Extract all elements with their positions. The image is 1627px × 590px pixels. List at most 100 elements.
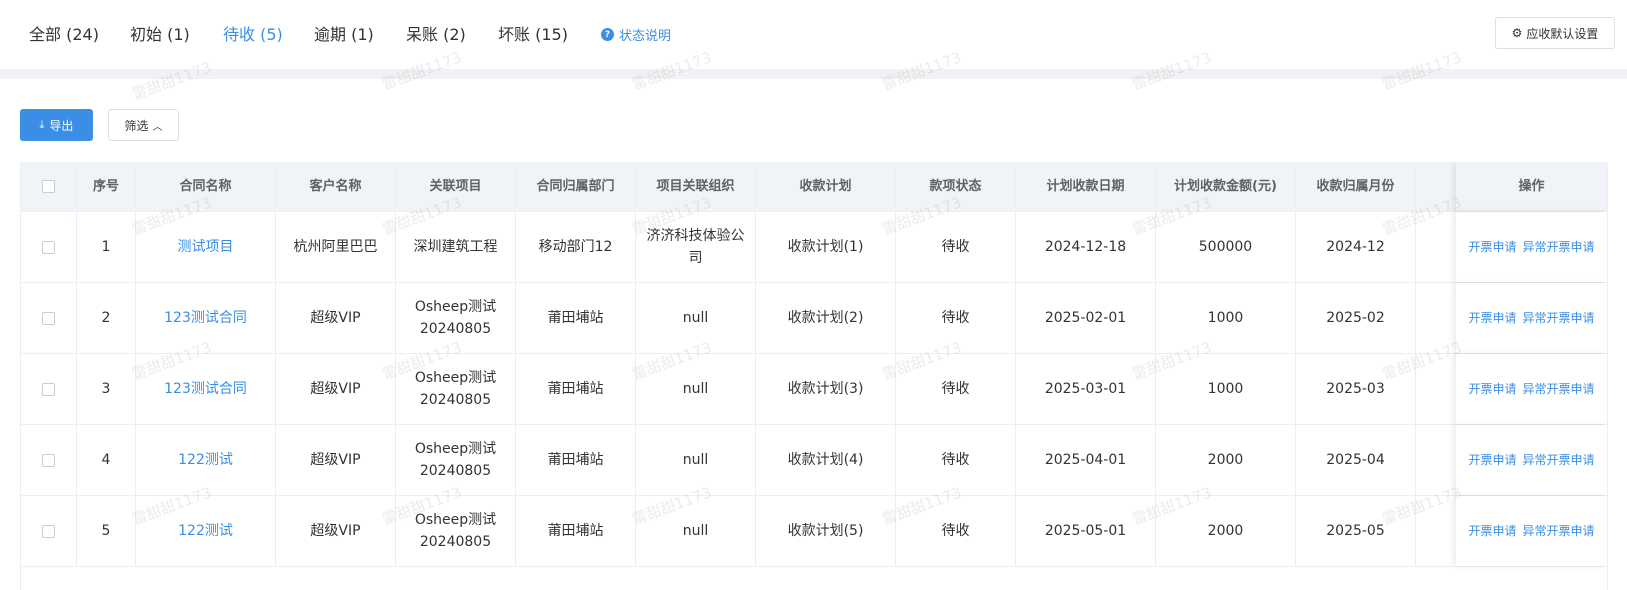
status-tabs: 全部 (24) 初始 (1) 待收 (5) 逾期 (1) 呆账 (2) 坏账 (…: [0, 0, 1627, 66]
tab-initial[interactable]: 初始 (1): [130, 21, 190, 45]
select-all-checkbox[interactable]: [42, 180, 55, 193]
tab-bad-debt[interactable]: 呆账 (2): [406, 21, 466, 45]
cell-project: 深圳建筑工程: [413, 239, 498, 255]
header-status: 款项状态: [896, 162, 1016, 211]
cell-status: 待收: [941, 239, 970, 255]
cell-customer-container: 超级VIP: [276, 425, 396, 495]
cell-month-container: 2025-05: [1296, 496, 1416, 566]
cell-index-container: 2: [77, 283, 136, 353]
status-help-link[interactable]: ? 状态说明: [601, 25, 671, 44]
cell-contract[interactable]: 122测试: [178, 520, 233, 542]
row-actions-cell: 开票申请 异常开票申请: [1456, 425, 1607, 495]
cell-organization-container: 济济科技体验公司: [636, 212, 756, 282]
filter-label: 筛选: [124, 118, 149, 133]
cell-index-container: 4: [77, 425, 136, 495]
cell-plan: 收款计划(4): [787, 452, 864, 468]
tab-pending[interactable]: 待收 (5): [223, 21, 283, 45]
cell-date: 2025-03-01: [1044, 381, 1127, 397]
cell-status-container: 待收: [896, 354, 1016, 424]
header-project: 关联项目: [396, 162, 516, 211]
cell-department-container: 莆田埔站: [516, 283, 636, 353]
cell-amount-container: 1000: [1156, 354, 1296, 424]
table-row: 1 测试项目 杭州阿里巴巴 深圳建筑工程 移动部门12 济济科技体验公司 收款计划(1) 待收…: [21, 212, 1607, 283]
cell-contract[interactable]: 122测试: [178, 449, 233, 471]
cell-amount-container: 1000: [1156, 283, 1296, 353]
table-row: 3 123测试合同 超级VIP Osheep测试20240805 莆田埔站 null 收款计…: [21, 354, 1607, 425]
abnormal-invoice-request-link[interactable]: 异常开票申请: [1523, 307, 1595, 329]
table-row: 2 123测试合同 超级VIP Osheep测试20240805 莆田埔站 null 收款计…: [21, 283, 1607, 354]
cell-customer: 杭州阿里巴巴: [293, 239, 378, 255]
cell-month: 2025-03: [1326, 381, 1385, 397]
cell-plan-container: 收款计划(3): [756, 354, 896, 424]
invoice-request-link[interactable]: 开票申请: [1468, 307, 1516, 329]
cell-department-container: 莆田埔站: [516, 354, 636, 424]
abnormal-invoice-request-link[interactable]: 异常开票申请: [1523, 378, 1595, 400]
row-checkbox[interactable]: [42, 382, 55, 396]
row-actions-cell: 开票申请 异常开票申请: [1456, 496, 1607, 566]
row-actions-cell: 开票申请 异常开票申请: [1456, 283, 1607, 353]
cell-project-container: 深圳建筑工程: [396, 212, 516, 282]
cell-department: 莆田埔站: [547, 523, 604, 539]
cell-contract-container: 测试项目: [136, 212, 276, 282]
cell-date: 2024-12-18: [1044, 239, 1127, 255]
cell-date-container: 2025-04-01: [1016, 425, 1156, 495]
table-row: 5 122测试 超级VIP Osheep测试20240805 莆田埔站 null 收款计划(…: [21, 496, 1607, 567]
header-plan: 收款计划: [756, 162, 896, 211]
cell-amount-container: 500000: [1156, 212, 1296, 282]
row-actions: 开票申请 异常开票申请: [1456, 283, 1607, 353]
invoice-request-link[interactable]: 开票申请: [1468, 520, 1516, 542]
abnormal-invoice-request-link[interactable]: 异常开票申请: [1523, 520, 1595, 542]
invoice-request-link[interactable]: 开票申请: [1468, 449, 1516, 471]
cell-contract-container: 123测试合同: [136, 283, 276, 353]
invoice-request-link[interactable]: 开票申请: [1468, 236, 1516, 258]
row-checkbox[interactable]: [42, 453, 55, 467]
cell-date-container: 2025-03-01: [1016, 354, 1156, 424]
cell-organization-container: null: [636, 496, 756, 566]
abnormal-invoice-request-link[interactable]: 异常开票申请: [1523, 449, 1595, 471]
cell-amount-container: 2000: [1156, 496, 1296, 566]
invoice-request-link[interactable]: 开票申请: [1468, 378, 1516, 400]
header-month: 收款归属月份: [1296, 162, 1416, 211]
cell-project-container: Osheep测试20240805: [396, 425, 516, 495]
cell-status-container: 待收: [896, 425, 1016, 495]
cell-department: 移动部门12: [538, 239, 613, 255]
cell-contract[interactable]: 测试项目: [178, 236, 234, 258]
cell-contract[interactable]: 123测试合同: [164, 378, 247, 400]
cell-plan: 收款计划(1): [787, 239, 864, 255]
cell-status-container: 待收: [896, 283, 1016, 353]
tab-overdue[interactable]: 逾期 (1): [314, 21, 374, 45]
receivable-settings-button[interactable]: ⚙ 应收默认设置: [1495, 17, 1615, 49]
cell-customer-container: 杭州阿里巴巴: [276, 212, 396, 282]
cell-organization-container: null: [636, 354, 756, 424]
cell-organization-container: null: [636, 283, 756, 353]
cell-project-container: Osheep测试20240805: [396, 354, 516, 424]
row-actions: 开票申请 异常开票申请: [1456, 212, 1607, 282]
header-contract: 合同名称: [136, 162, 276, 211]
row-select-cell: [21, 283, 77, 353]
cell-plan-container: 收款计划(4): [756, 425, 896, 495]
cell-department-container: 移动部门12: [516, 212, 636, 282]
cell-contract[interactable]: 123测试合同: [164, 307, 247, 329]
cell-customer-container: 超级VIP: [276, 354, 396, 424]
select-all-cell: [21, 162, 77, 211]
cell-month-container: 2025-04: [1296, 425, 1416, 495]
cell-date-container: 2024-12-18: [1016, 212, 1156, 282]
row-checkbox[interactable]: [42, 240, 55, 254]
abnormal-invoice-request-link[interactable]: 异常开票申请: [1523, 236, 1595, 258]
download-icon: ⤓: [39, 118, 45, 131]
export-button[interactable]: ⤓ 导出: [20, 109, 93, 141]
cell-date: 2025-05-01: [1044, 523, 1127, 539]
row-checkbox[interactable]: [42, 524, 55, 538]
tab-all[interactable]: 全部 (24): [29, 21, 99, 45]
row-checkbox[interactable]: [42, 311, 55, 325]
cell-plan: 收款计划(3): [787, 381, 864, 397]
row-select-cell: [21, 425, 77, 495]
cell-amount: 1000: [1207, 381, 1244, 397]
cell-organization: null: [682, 523, 709, 539]
filter-button[interactable]: 筛选 ︿: [108, 109, 179, 141]
header-actions: 操作: [1518, 178, 1545, 194]
tab-doubtful[interactable]: 坏账 (15): [498, 21, 568, 45]
row-actions-cell: 开票申请 异常开票申请: [1456, 212, 1607, 282]
cell-department: 莆田埔站: [547, 310, 604, 326]
cell-organization-container: null: [636, 425, 756, 495]
